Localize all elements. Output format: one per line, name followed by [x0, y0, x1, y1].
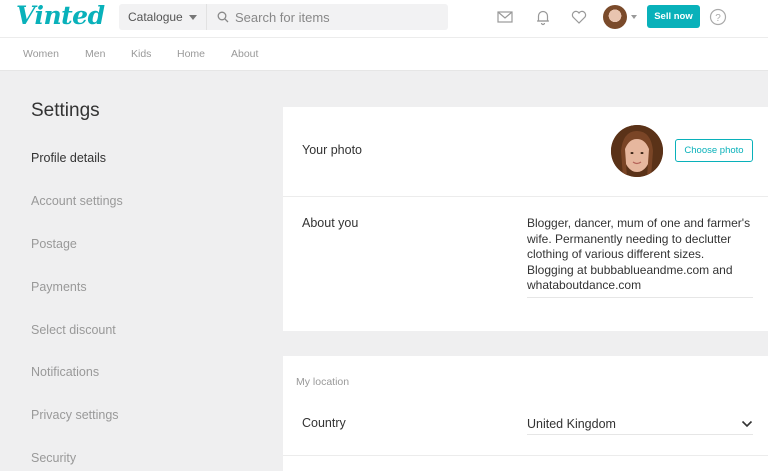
catalogue-dropdown[interactable]: Catalogue — [119, 4, 207, 30]
section-heading-my-location: My location — [296, 376, 350, 388]
nav-home[interactable]: Home — [177, 48, 205, 60]
sell-now-button[interactable]: Sell now — [647, 5, 700, 28]
search-bar[interactable] — [207, 4, 448, 30]
user-avatar[interactable] — [603, 5, 627, 29]
sidebar-item-notifications[interactable]: Notifications — [31, 365, 99, 379]
nav-about[interactable]: About — [231, 48, 258, 60]
about-you-textarea[interactable]: Blogger, dancer, mum of one and farmer's… — [527, 216, 753, 298]
sidebar-item-select-discount[interactable]: Select discount — [31, 323, 116, 337]
divider — [283, 455, 768, 456]
catalogue-label: Catalogue — [128, 10, 183, 24]
envelope-icon[interactable] — [496, 8, 514, 26]
sidebar-item-account-settings[interactable]: Account settings — [31, 194, 123, 208]
your-photo-label: Your photo — [302, 143, 363, 157]
bell-icon[interactable] — [534, 8, 552, 26]
heart-icon[interactable] — [570, 8, 588, 26]
about-you-label: About you — [302, 216, 359, 230]
sidebar-item-profile-details[interactable]: Profile details — [31, 151, 106, 165]
nav-women[interactable]: Women — [23, 48, 59, 60]
divider — [283, 196, 768, 197]
choose-photo-button[interactable]: Choose photo — [675, 139, 753, 162]
sidebar-item-privacy-settings[interactable]: Privacy settings — [31, 408, 119, 422]
question-circle-icon[interactable]: ? — [709, 8, 727, 26]
caret-down-icon[interactable] — [631, 15, 637, 19]
country-label: Country — [302, 416, 346, 430]
country-value: United Kingdom — [527, 416, 616, 431]
profile-photo — [611, 125, 663, 177]
search-input[interactable] — [235, 9, 435, 25]
top-header: Vinted Catalogue Sell now ? — [0, 0, 768, 37]
sidebar-item-postage[interactable]: Postage — [31, 237, 77, 251]
nav-kids[interactable]: Kids — [131, 48, 151, 60]
vinted-logo[interactable]: Vinted — [16, 1, 105, 30]
category-nav: Women Men Kids Home About — [0, 37, 768, 71]
search-icon — [217, 11, 229, 23]
sidebar-item-payments[interactable]: Payments — [31, 280, 87, 294]
sidebar-item-security[interactable]: Security — [31, 451, 76, 465]
nav-men[interactable]: Men — [85, 48, 105, 60]
page-title: Settings — [31, 100, 100, 121]
chevron-down-icon — [741, 420, 753, 427]
caret-down-icon — [188, 14, 197, 20]
country-select[interactable]: United Kingdom — [527, 413, 753, 435]
svg-text:?: ? — [715, 13, 721, 24]
